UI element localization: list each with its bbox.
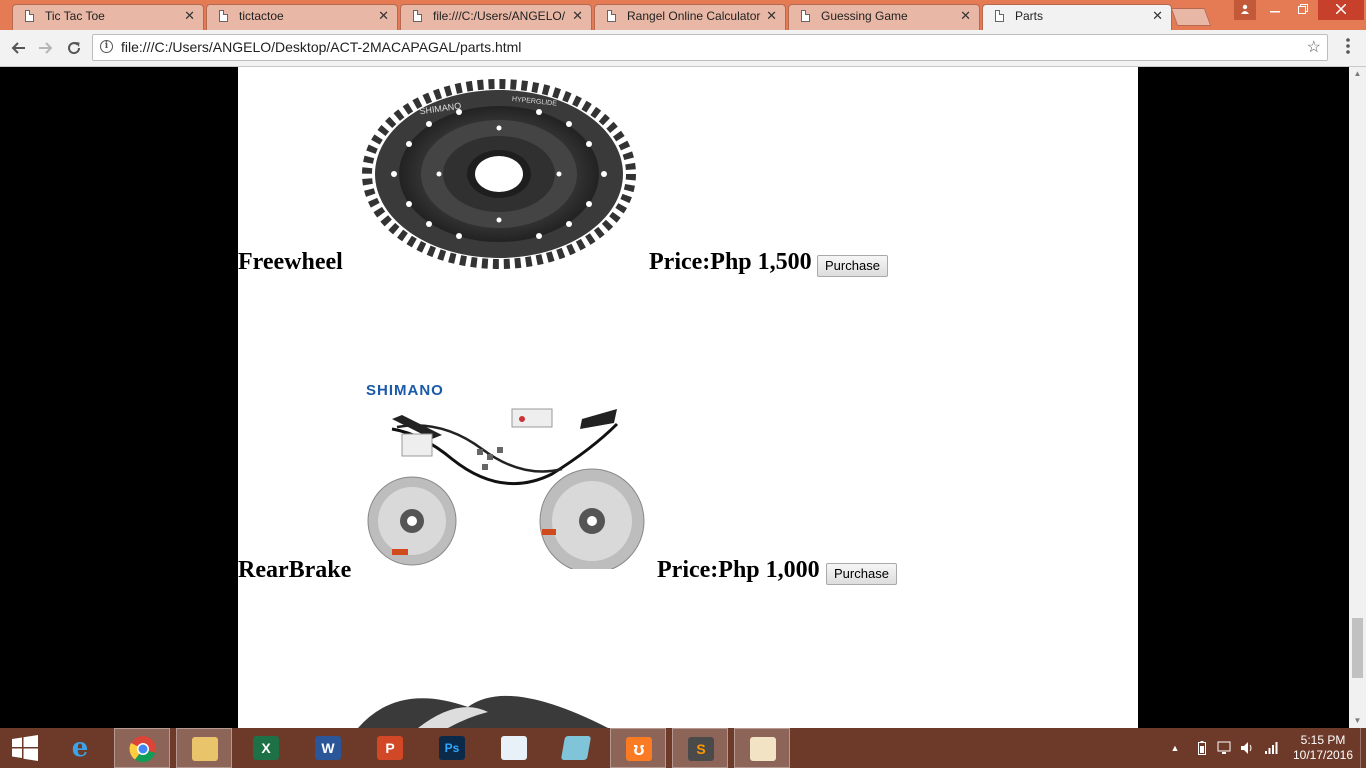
page-icon — [413, 10, 422, 22]
tab-parts[interactable]: Parts ✕ — [982, 4, 1172, 31]
taskbar-clock[interactable]: 5:15 PM 10/17/2016 — [1290, 733, 1356, 763]
reload-button[interactable] — [62, 36, 86, 60]
tab-close-icon[interactable]: ✕ — [960, 5, 971, 27]
part-name-freewheel: Freewheel — [238, 249, 343, 275]
tab-guessing-game[interactable]: Guessing Game ✕ — [788, 4, 980, 30]
page-icon — [801, 10, 810, 22]
clock-date: 10/17/2016 — [1292, 748, 1354, 762]
user-icon[interactable] — [1234, 0, 1256, 20]
show-desktop-button[interactable] — [1360, 728, 1366, 768]
scroll-up-icon[interactable]: ▲ — [1349, 67, 1366, 81]
bookmark-star-icon[interactable]: ☆ — [1307, 35, 1321, 60]
shimano-logo-text: SHIMANO — [366, 382, 444, 399]
tab-close-icon[interactable]: ✕ — [572, 5, 583, 27]
page-icon — [607, 10, 616, 22]
battery-icon[interactable] — [1194, 728, 1210, 768]
windows-taskbar: e X W P Ps ʊ S ▲ 5:15 PM 10/17/2016 — [0, 728, 1366, 768]
minimize-button[interactable] — [1262, 0, 1288, 20]
restore-button[interactable] — [1290, 0, 1316, 20]
word-icon[interactable]: W — [300, 728, 356, 768]
sublime-text-icon[interactable]: S — [672, 728, 728, 768]
internet-explorer-icon[interactable]: e — [52, 728, 108, 768]
menu-icon[interactable] — [1339, 38, 1357, 58]
tab-title: Guessing Game — [821, 9, 908, 23]
scroll-down-icon[interactable]: ▼ — [1349, 714, 1366, 728]
photoshop-icon[interactable]: Ps — [424, 728, 480, 768]
paint-icon[interactable] — [734, 728, 790, 768]
chrome-icon[interactable] — [114, 728, 170, 768]
xampp-icon[interactable]: ʊ — [610, 728, 666, 768]
disc-brake-set-image: SHIMANO — [366, 382, 645, 569]
page-viewport: SHIMANO HYPERGLIDE Freewheel Price:Php 1… — [0, 67, 1349, 728]
url-text[interactable]: file:///C:/Users/ANGELO/Desktop/ACT-2MAC… — [121, 35, 521, 60]
purchase-button-freewheel[interactable]: Purchase — [817, 255, 888, 277]
tab-tictactoe[interactable]: tictactoe ✕ — [206, 4, 398, 30]
browser-toolbar: i file:///C:/Users/ANGELO/Desktop/ACT-2M… — [0, 30, 1366, 67]
close-window-button[interactable] — [1318, 0, 1364, 20]
purchase-button-rearbrake[interactable]: Purchase — [826, 563, 897, 585]
tab-close-icon[interactable]: ✕ — [378, 5, 389, 27]
parts-page: SHIMANO HYPERGLIDE Freewheel Price:Php 1… — [238, 67, 1138, 728]
start-button[interactable] — [0, 728, 50, 768]
excel-icon[interactable]: X — [238, 728, 294, 768]
tab-close-icon[interactable]: ✕ — [766, 5, 777, 27]
saddle-image — [358, 695, 608, 728]
show-hidden-icons-icon[interactable]: ▲ — [1168, 728, 1182, 768]
tab-file[interactable]: file:///C:/Users/ANGELO/ ✕ — [400, 4, 592, 30]
scroll-thumb[interactable] — [1352, 618, 1363, 678]
page-icon — [219, 10, 228, 22]
powerpoint-icon[interactable]: P — [362, 728, 418, 768]
address-bar[interactable]: i file:///C:/Users/ANGELO/Desktop/ACT-2M… — [92, 34, 1328, 61]
part-price-freewheel: Price:Php 1,500 — [649, 249, 812, 275]
tab-title: Tic Tac Toe — [45, 9, 105, 23]
cassette-sprocket-image: SHIMANO HYPERGLIDE — [362, 79, 636, 269]
new-tab-button[interactable] — [1170, 8, 1212, 26]
tab-calculator[interactable]: Rangel Online Calculator ✕ — [594, 4, 786, 30]
volume-icon[interactable] — [1238, 728, 1256, 768]
tab-close-icon[interactable]: ✕ — [184, 5, 195, 27]
tab-title: tictactoe — [239, 9, 284, 23]
file-explorer-icon[interactable] — [176, 728, 232, 768]
forward-button[interactable] — [34, 36, 58, 60]
mysql-installer-icon[interactable] — [486, 728, 542, 768]
page-icon — [25, 10, 34, 22]
network-icon[interactable] — [1262, 728, 1280, 768]
part-name-rearbrake: RearBrake — [238, 557, 352, 583]
notepad-icon[interactable] — [548, 728, 604, 768]
tab-strip: Tic Tac Toe ✕ tictactoe ✕ file:///C:/Use… — [0, 0, 1366, 31]
tab-title: Rangel Online Calculator — [627, 9, 761, 23]
info-icon[interactable]: i — [100, 40, 113, 53]
part-price-rearbrake: Price:Php 1,000 — [657, 557, 820, 583]
back-button[interactable] — [6, 36, 30, 60]
tab-title: Parts — [1015, 9, 1044, 23]
page-icon — [995, 10, 1004, 22]
vertical-scrollbar[interactable]: ▲ ▼ — [1349, 67, 1366, 728]
tab-tic-tac-toe[interactable]: Tic Tac Toe ✕ — [12, 4, 204, 30]
tab-close-icon[interactable]: ✕ — [1152, 5, 1163, 27]
monitor-icon[interactable] — [1215, 728, 1233, 768]
tab-title: file:///C:/Users/ANGELO/ — [433, 9, 566, 23]
clock-time: 5:15 PM — [1300, 733, 1346, 747]
